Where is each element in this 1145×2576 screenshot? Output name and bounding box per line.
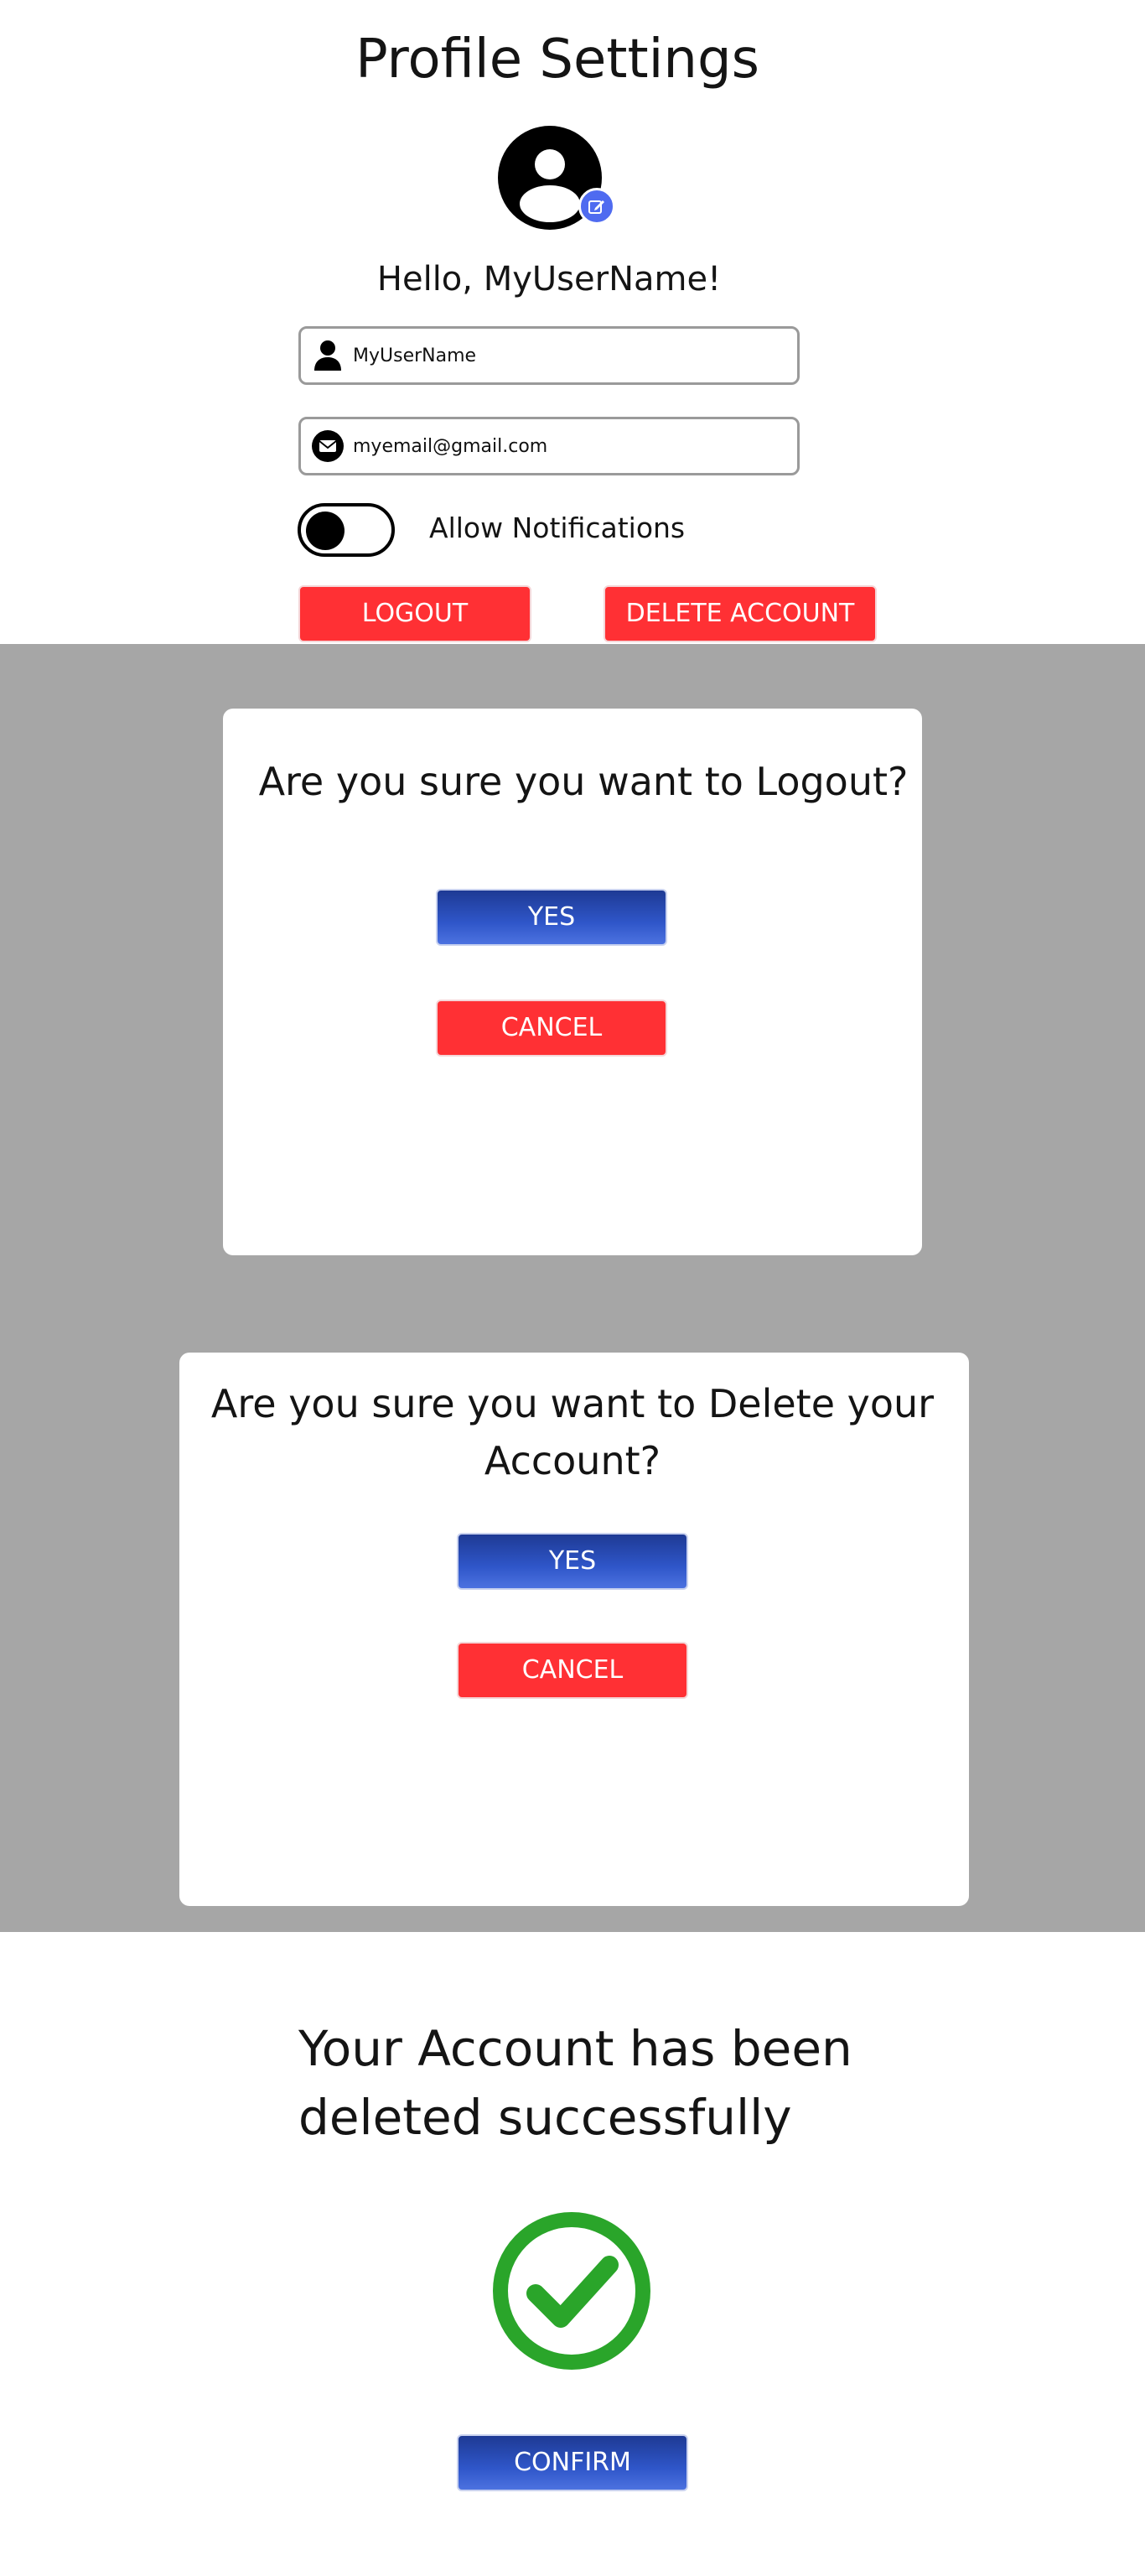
confirm-button[interactable]: CONFIRM (457, 2434, 688, 2491)
email-input[interactable] (353, 435, 789, 457)
delete-cancel-button[interactable]: CANCEL (457, 1642, 688, 1699)
greeting-text: Hello, MyUserName! (376, 260, 722, 299)
person-icon (311, 339, 345, 372)
delete-account-button[interactable]: DELETE ACCOUNT (604, 585, 877, 642)
email-field[interactable] (298, 417, 800, 475)
mail-icon (311, 429, 345, 463)
toggle-knob (306, 512, 345, 550)
username-field[interactable] (298, 326, 800, 385)
notifications-toggle[interactable] (298, 503, 395, 557)
delete-question: Are you sure you want to Delete your Acc… (210, 1381, 935, 1483)
success-message: Your Account has been deleted successful… (298, 2020, 852, 2146)
logout-yes-button[interactable]: YES (436, 889, 667, 946)
delete-yes-button[interactable]: YES (457, 1533, 688, 1590)
logout-cancel-button[interactable]: CANCEL (436, 1000, 667, 1057)
logout-button[interactable]: LOGOUT (298, 585, 531, 642)
username-input[interactable] (353, 345, 789, 366)
check-circle-icon (492, 2211, 651, 2371)
logout-question: Are you sure you want to Logout? (258, 759, 909, 804)
notifications-label: Allow Notifications (429, 512, 686, 544)
page-title: Profile Settings (355, 29, 759, 91)
edit-icon[interactable] (578, 188, 615, 225)
